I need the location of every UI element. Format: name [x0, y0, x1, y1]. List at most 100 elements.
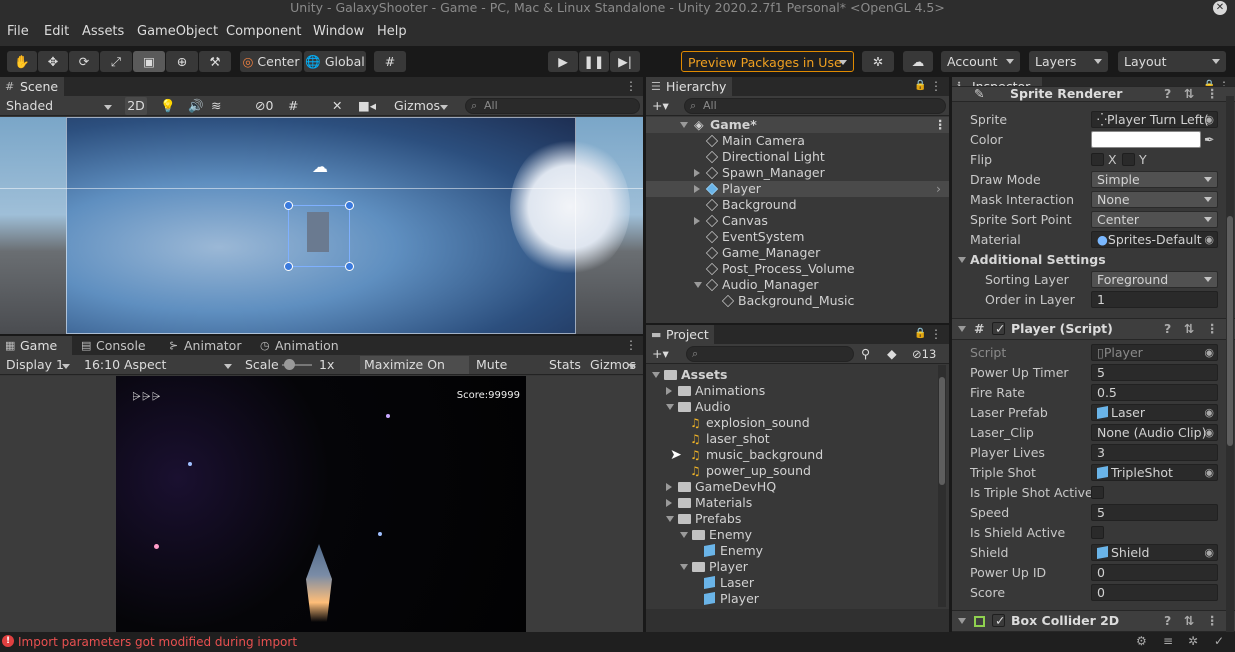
tab-project[interactable]: ▬ Project: [646, 325, 714, 344]
lock-icon[interactable]: 🔒: [914, 328, 926, 340]
box-collider-header[interactable]: ✓ Box Collider 2D ? ⇅ ⋮: [952, 610, 1235, 632]
sprite-renderer-header[interactable]: ✎ Sprite Renderer ? ⇅ ⋮: [952, 86, 1235, 102]
menu-edit[interactable]: Edit: [44, 24, 69, 39]
cloud-icon[interactable]: ☁: [903, 51, 933, 72]
laser-clip-field[interactable]: None (Audio Clip): [1091, 424, 1218, 441]
fire-rate-input[interactable]: 0.5: [1091, 384, 1218, 401]
property-label: Draw Mode: [970, 172, 1041, 187]
player-lives-input[interactable]: 3: [1091, 444, 1218, 461]
collapse-arrow-icon[interactable]: [958, 257, 966, 267]
project-footer: [646, 609, 949, 632]
preset-icon[interactable]: ⇅: [1184, 611, 1194, 631]
pivot-label: Center: [257, 54, 300, 69]
laser-prefab-field[interactable]: Laser: [1091, 404, 1218, 421]
sprite-field[interactable]: ⁛Player Turn Left(: [1091, 111, 1218, 128]
component-menu-icon[interactable]: ⋮: [1206, 611, 1219, 631]
sprite-sort-point-row: Sprite Sort Point Center: [0, 210, 1235, 230]
services-icon[interactable]: ✲: [862, 51, 894, 72]
power-up-id-input[interactable]: 0: [1091, 564, 1218, 581]
pause-button[interactable]: ❚❚: [579, 51, 609, 72]
menu-help[interactable]: Help: [377, 24, 407, 39]
shield-field[interactable]: Shield: [1091, 544, 1218, 561]
transform-tool-icon[interactable]: ⊕: [166, 51, 198, 72]
step-button[interactable]: ▶|: [610, 51, 640, 72]
order-in-layer-input[interactable]: 1: [1091, 291, 1218, 308]
sprite-sort-point-dropdown[interactable]: Center: [1091, 211, 1218, 228]
account-dropdown[interactable]: Account: [941, 51, 1020, 72]
draw-mode-dropdown[interactable]: Simple: [1091, 171, 1218, 188]
preview-packages-dropdown[interactable]: Preview Packages in Use: [681, 51, 854, 72]
collapse-arrow-icon[interactable]: [958, 618, 966, 628]
play-button[interactable]: ▶: [548, 51, 578, 72]
power-up-timer-input[interactable]: 5: [1091, 364, 1218, 381]
flip-x-checkbox[interactable]: [1091, 153, 1104, 166]
eyedropper-icon[interactable]: ✒: [1204, 130, 1214, 150]
property-label: Laser Prefab: [970, 405, 1048, 420]
grid-snap-icon[interactable]: #: [374, 51, 406, 72]
tab-project-label: Project: [666, 327, 709, 342]
property-label: Is Triple Shot Active: [970, 485, 1093, 500]
inspector-scrollbar[interactable]: [1226, 96, 1234, 632]
help-icon[interactable]: ?: [1164, 87, 1171, 101]
sprite-row: Sprite ⁛Player Turn Left(: [0, 110, 1235, 130]
custom-tool-icon[interactable]: ⚒: [199, 51, 231, 72]
sorting-layer-dropdown[interactable]: Foreground: [1091, 271, 1218, 288]
is-triple-shot-active-checkbox[interactable]: [1091, 486, 1104, 499]
account-label: Account: [947, 54, 998, 69]
triple-shot-field[interactable]: TripleShot: [1091, 464, 1218, 481]
color-field[interactable]: [1091, 131, 1201, 148]
rect-tool-icon[interactable]: ▣: [133, 51, 165, 72]
component-menu-icon[interactable]: ⋮: [1206, 87, 1219, 101]
main-toolbar: ✋ ✥ ⟳ ⤢ ▣ ⊕ ⚒ ◎ Center 🌐 Global # ▶ ❚❚ ▶…: [0, 46, 1235, 76]
help-icon[interactable]: ?: [1164, 319, 1171, 339]
scale-tool-icon[interactable]: ⤢: [100, 51, 132, 72]
prefab-icon: [1097, 546, 1108, 559]
laser-prefab-row: Laser Prefab Laser: [0, 403, 1235, 423]
menu-assets[interactable]: Assets: [82, 24, 124, 39]
player-script-header[interactable]: # ✓ Player (Script) ? ⇅ ⋮: [952, 318, 1235, 340]
menu-component[interactable]: Component: [226, 24, 301, 39]
is-shield-active-checkbox[interactable]: [1091, 526, 1104, 539]
scene-menu-icon[interactable]: ⋮: [625, 79, 637, 93]
preset-icon[interactable]: ⇅: [1184, 319, 1194, 339]
component-menu-icon[interactable]: ⋮: [1206, 319, 1219, 339]
pivot-center-button[interactable]: ◎ Center: [240, 51, 302, 72]
space-global-button[interactable]: 🌐 Global: [304, 51, 366, 72]
field-value: 0.5: [1097, 385, 1117, 400]
project-menu-icon[interactable]: ⋮: [930, 327, 942, 341]
menu-file[interactable]: File: [7, 24, 29, 39]
prefab-icon: [1097, 406, 1108, 419]
globe-icon: 🌐: [305, 54, 321, 69]
move-tool-icon[interactable]: ✥: [38, 51, 68, 72]
window-close-button[interactable]: ✕: [1213, 1, 1227, 15]
additional-settings-foldout[interactable]: Additional Settings: [0, 250, 1235, 270]
tab-scene[interactable]: # Scene: [0, 77, 64, 96]
flip-y-checkbox[interactable]: [1122, 153, 1135, 166]
preset-icon[interactable]: ⇅: [1184, 87, 1194, 101]
menu-window[interactable]: Window: [313, 24, 364, 39]
field-value: Shield: [1111, 545, 1150, 560]
property-label: Player Lives: [970, 445, 1045, 460]
property-label: Mask Interaction: [970, 192, 1074, 207]
property-label: Shield: [970, 545, 1009, 560]
mask-interaction-dropdown[interactable]: None: [1091, 191, 1218, 208]
sprite-renderer-icon: ✎: [974, 86, 985, 101]
property-label: Score: [970, 585, 1006, 600]
rotate-tool-icon[interactable]: ⟳: [69, 51, 99, 72]
collapse-arrow-icon[interactable]: [958, 326, 966, 336]
lock-icon[interactable]: 🔒: [914, 80, 926, 92]
layers-dropdown[interactable]: Layers: [1029, 51, 1108, 72]
help-icon[interactable]: ?: [1164, 611, 1171, 631]
menu-gameobject[interactable]: GameObject: [137, 24, 218, 39]
tab-hierarchy[interactable]: ☰ Hierarchy: [646, 77, 732, 96]
field-value: Simple: [1097, 172, 1140, 187]
score-input[interactable]: 0: [1091, 584, 1218, 601]
hierarchy-menu-icon[interactable]: ⋮: [930, 79, 942, 93]
material-field[interactable]: ●Sprites-Default: [1091, 231, 1218, 248]
speed-input[interactable]: 5: [1091, 504, 1218, 521]
status-message[interactable]: Import parameters got modified during im…: [18, 635, 297, 649]
layout-dropdown[interactable]: Layout: [1118, 51, 1226, 72]
inspector-scrollbar-thumb[interactable]: [1227, 216, 1233, 446]
hand-tool-icon[interactable]: ✋: [7, 51, 37, 72]
preview-packages-label: Preview Packages in Use: [688, 55, 842, 70]
